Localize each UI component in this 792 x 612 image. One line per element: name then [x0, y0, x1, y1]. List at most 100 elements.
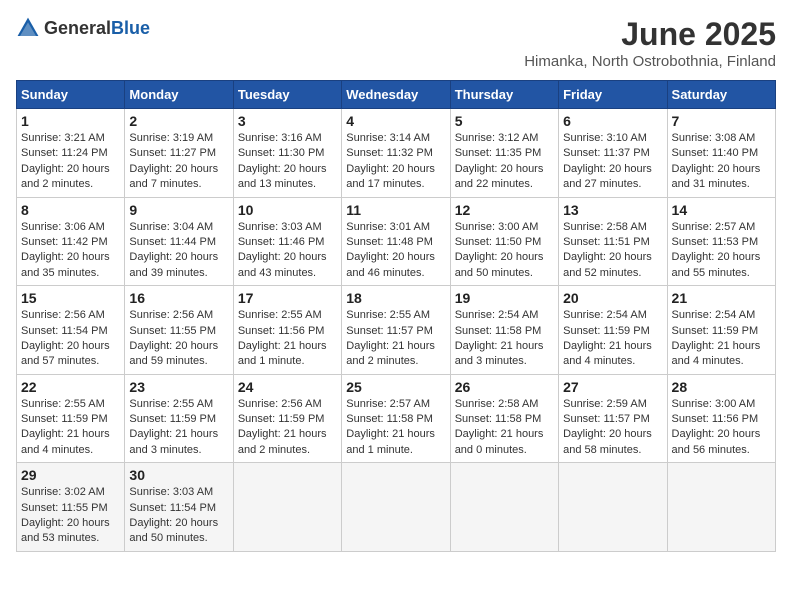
day-number: 21	[672, 290, 771, 306]
day-number: 25	[346, 379, 445, 395]
day-cell: 18 Sunrise: 2:55 AM Sunset: 11:57 PM Day…	[342, 286, 450, 375]
day-number: 15	[21, 290, 120, 306]
day-cell: 2 Sunrise: 3:19 AM Sunset: 11:27 PM Dayl…	[125, 109, 233, 198]
day-info: Sunrise: 2:58 AM Sunset: 11:51 PM Daylig…	[563, 220, 662, 282]
day-number: 20	[563, 290, 662, 306]
day-number: 7	[672, 113, 771, 129]
day-cell: 11 Sunrise: 3:01 AM Sunset: 11:48 PM Day…	[342, 197, 450, 286]
day-number: 24	[238, 379, 337, 395]
day-cell: 20 Sunrise: 2:54 AM Sunset: 11:59 PM Day…	[559, 286, 667, 375]
day-info: Sunrise: 2:57 AM Sunset: 11:58 PM Daylig…	[346, 397, 445, 459]
day-info: Sunrise: 2:54 AM Sunset: 11:58 PM Daylig…	[455, 308, 554, 370]
day-number: 30	[129, 467, 228, 483]
day-number: 10	[238, 202, 337, 218]
day-number: 19	[455, 290, 554, 306]
day-cell: 14 Sunrise: 2:57 AM Sunset: 11:53 PM Day…	[667, 197, 775, 286]
day-number: 5	[455, 113, 554, 129]
day-info: Sunrise: 3:00 AM Sunset: 11:56 PM Daylig…	[672, 397, 771, 459]
day-info: Sunrise: 2:55 AM Sunset: 11:59 PM Daylig…	[21, 397, 120, 459]
day-cell: 13 Sunrise: 2:58 AM Sunset: 11:51 PM Day…	[559, 197, 667, 286]
day-number: 23	[129, 379, 228, 395]
day-info: Sunrise: 2:55 AM Sunset: 11:59 PM Daylig…	[129, 397, 228, 459]
month-title: June 2025	[524, 16, 776, 53]
day-cell: 19 Sunrise: 2:54 AM Sunset: 11:58 PM Day…	[450, 286, 558, 375]
day-number: 3	[238, 113, 337, 129]
day-cell	[667, 463, 775, 552]
day-cell: 16 Sunrise: 2:56 AM Sunset: 11:55 PM Day…	[125, 286, 233, 375]
location-title: Himanka, North Ostrobothnia, Finland	[524, 53, 776, 70]
weekday-header-saturday: Saturday	[667, 81, 775, 109]
logo-text-blue: Blue	[111, 18, 150, 38]
day-cell: 15 Sunrise: 2:56 AM Sunset: 11:54 PM Day…	[17, 286, 125, 375]
day-info: Sunrise: 3:08 AM Sunset: 11:40 PM Daylig…	[672, 131, 771, 193]
day-info: Sunrise: 3:06 AM Sunset: 11:42 PM Daylig…	[21, 220, 120, 282]
weekday-header-wednesday: Wednesday	[342, 81, 450, 109]
calendar-table: SundayMondayTuesdayWednesdayThursdayFrid…	[16, 80, 776, 552]
logo-text-general: General	[44, 18, 111, 38]
day-info: Sunrise: 3:10 AM Sunset: 11:37 PM Daylig…	[563, 131, 662, 193]
day-cell: 1 Sunrise: 3:21 AM Sunset: 11:24 PM Dayl…	[17, 109, 125, 198]
day-number: 1	[21, 113, 120, 129]
weekday-header-friday: Friday	[559, 81, 667, 109]
weekday-header-row: SundayMondayTuesdayWednesdayThursdayFrid…	[17, 81, 776, 109]
day-number: 11	[346, 202, 445, 218]
day-cell: 25 Sunrise: 2:57 AM Sunset: 11:58 PM Day…	[342, 374, 450, 463]
day-cell: 27 Sunrise: 2:59 AM Sunset: 11:57 PM Day…	[559, 374, 667, 463]
day-cell: 17 Sunrise: 2:55 AM Sunset: 11:56 PM Day…	[233, 286, 341, 375]
day-cell: 21 Sunrise: 2:54 AM Sunset: 11:59 PM Day…	[667, 286, 775, 375]
day-info: Sunrise: 3:03 AM Sunset: 11:54 PM Daylig…	[129, 485, 228, 547]
week-row-5: 29 Sunrise: 3:02 AM Sunset: 11:55 PM Day…	[17, 463, 776, 552]
weekday-header-tuesday: Tuesday	[233, 81, 341, 109]
day-number: 27	[563, 379, 662, 395]
day-info: Sunrise: 3:01 AM Sunset: 11:48 PM Daylig…	[346, 220, 445, 282]
day-number: 8	[21, 202, 120, 218]
day-cell: 23 Sunrise: 2:55 AM Sunset: 11:59 PM Day…	[125, 374, 233, 463]
day-cell: 24 Sunrise: 2:56 AM Sunset: 11:59 PM Day…	[233, 374, 341, 463]
day-number: 22	[21, 379, 120, 395]
header: GeneralBlue June 2025 Himanka, North Ost…	[16, 16, 776, 70]
day-info: Sunrise: 2:56 AM Sunset: 11:59 PM Daylig…	[238, 397, 337, 459]
day-cell: 7 Sunrise: 3:08 AM Sunset: 11:40 PM Dayl…	[667, 109, 775, 198]
day-info: Sunrise: 2:56 AM Sunset: 11:54 PM Daylig…	[21, 308, 120, 370]
day-cell: 4 Sunrise: 3:14 AM Sunset: 11:32 PM Dayl…	[342, 109, 450, 198]
title-area: June 2025 Himanka, North Ostrobothnia, F…	[524, 16, 776, 70]
day-number: 2	[129, 113, 228, 129]
day-info: Sunrise: 2:54 AM Sunset: 11:59 PM Daylig…	[563, 308, 662, 370]
day-info: Sunrise: 3:14 AM Sunset: 11:32 PM Daylig…	[346, 131, 445, 193]
day-info: Sunrise: 3:00 AM Sunset: 11:50 PM Daylig…	[455, 220, 554, 282]
day-cell	[233, 463, 341, 552]
day-cell: 10 Sunrise: 3:03 AM Sunset: 11:46 PM Day…	[233, 197, 341, 286]
day-number: 16	[129, 290, 228, 306]
day-cell: 12 Sunrise: 3:00 AM Sunset: 11:50 PM Day…	[450, 197, 558, 286]
day-info: Sunrise: 2:59 AM Sunset: 11:57 PM Daylig…	[563, 397, 662, 459]
week-row-2: 8 Sunrise: 3:06 AM Sunset: 11:42 PM Dayl…	[17, 197, 776, 286]
day-info: Sunrise: 2:55 AM Sunset: 11:57 PM Daylig…	[346, 308, 445, 370]
day-info: Sunrise: 3:21 AM Sunset: 11:24 PM Daylig…	[21, 131, 120, 193]
week-row-3: 15 Sunrise: 2:56 AM Sunset: 11:54 PM Day…	[17, 286, 776, 375]
weekday-header-thursday: Thursday	[450, 81, 558, 109]
day-info: Sunrise: 3:04 AM Sunset: 11:44 PM Daylig…	[129, 220, 228, 282]
weekday-header-monday: Monday	[125, 81, 233, 109]
day-info: Sunrise: 2:54 AM Sunset: 11:59 PM Daylig…	[672, 308, 771, 370]
day-info: Sunrise: 3:19 AM Sunset: 11:27 PM Daylig…	[129, 131, 228, 193]
day-cell: 3 Sunrise: 3:16 AM Sunset: 11:30 PM Dayl…	[233, 109, 341, 198]
day-info: Sunrise: 3:03 AM Sunset: 11:46 PM Daylig…	[238, 220, 337, 282]
week-row-1: 1 Sunrise: 3:21 AM Sunset: 11:24 PM Dayl…	[17, 109, 776, 198]
logo-icon	[16, 16, 40, 40]
day-cell: 5 Sunrise: 3:12 AM Sunset: 11:35 PM Dayl…	[450, 109, 558, 198]
day-cell: 26 Sunrise: 2:58 AM Sunset: 11:58 PM Day…	[450, 374, 558, 463]
day-number: 28	[672, 379, 771, 395]
day-number: 18	[346, 290, 445, 306]
day-cell: 8 Sunrise: 3:06 AM Sunset: 11:42 PM Dayl…	[17, 197, 125, 286]
day-cell: 29 Sunrise: 3:02 AM Sunset: 11:55 PM Day…	[17, 463, 125, 552]
day-number: 29	[21, 467, 120, 483]
day-cell: 28 Sunrise: 3:00 AM Sunset: 11:56 PM Day…	[667, 374, 775, 463]
week-row-4: 22 Sunrise: 2:55 AM Sunset: 11:59 PM Day…	[17, 374, 776, 463]
day-number: 9	[129, 202, 228, 218]
day-number: 6	[563, 113, 662, 129]
day-info: Sunrise: 2:58 AM Sunset: 11:58 PM Daylig…	[455, 397, 554, 459]
day-number: 14	[672, 202, 771, 218]
day-cell: 22 Sunrise: 2:55 AM Sunset: 11:59 PM Day…	[17, 374, 125, 463]
day-info: Sunrise: 3:16 AM Sunset: 11:30 PM Daylig…	[238, 131, 337, 193]
day-number: 13	[563, 202, 662, 218]
